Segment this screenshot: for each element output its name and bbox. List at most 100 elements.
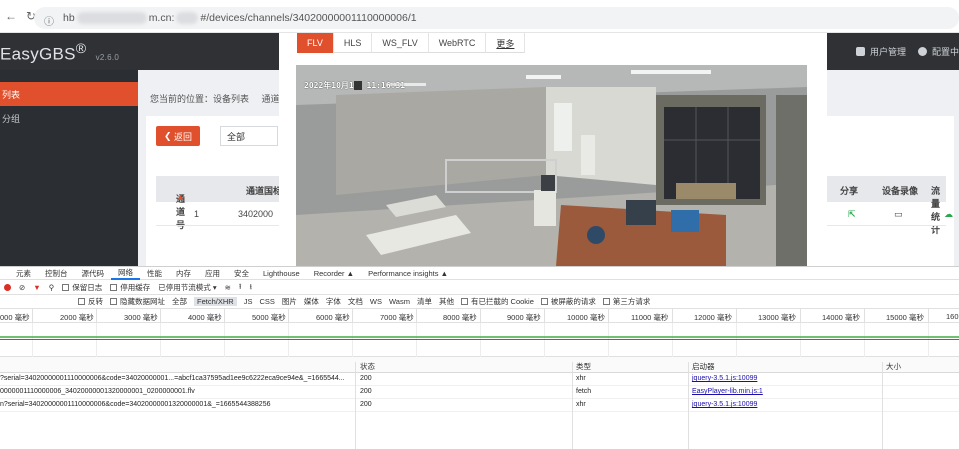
back-nav-icon[interactable]: ← xyxy=(2,7,20,25)
filter-doc[interactable]: 文档 xyxy=(348,296,363,307)
browser-toolbar: ← ↻ ⓘ hb m.cn: #/devices/channels/340200… xyxy=(0,0,959,33)
record-icon[interactable]: ▭ xyxy=(894,209,903,220)
filter-css[interactable]: CSS xyxy=(259,297,274,306)
ruler-tick-label: 2000 毫秒 xyxy=(60,313,94,322)
blocked-requests-checkbox[interactable]: 被屏蔽的请求 xyxy=(540,296,596,307)
filter-select[interactable]: 全部 xyxy=(220,126,278,146)
filter-all[interactable]: 全部 xyxy=(172,296,187,307)
filter-label: 隐藏数据网址 xyxy=(120,297,165,306)
filter-value: 全部 xyxy=(227,131,246,142)
tab-flv[interactable]: FLV xyxy=(297,33,334,53)
export-button[interactable]: ⭳ xyxy=(250,281,253,294)
devtools-tab-application[interactable]: 应用 xyxy=(198,267,227,280)
grid-line xyxy=(416,323,417,357)
col-channel-gb: 通道国标 xyxy=(246,186,283,196)
sidebar-item-group[interactable]: 分组 xyxy=(0,106,138,130)
ruler-tick xyxy=(480,309,481,323)
flv-stream-bar xyxy=(0,336,959,338)
table-row[interactable]: ?serial=34020000001110000006&code=340200… xyxy=(0,373,959,386)
traffic-icon[interactable]: ☁ xyxy=(944,209,953,220)
sidebar-item-device-list[interactable]: 列表 xyxy=(0,82,138,106)
address-bar[interactable]: ⓘ hb m.cn: #/devices/channels/3402000000… xyxy=(34,7,959,29)
network-conditions-button[interactable]: ≋ xyxy=(225,283,231,292)
grid-line xyxy=(800,323,801,357)
ruler-tick-label: 9000 毫秒 xyxy=(507,313,541,322)
config-link[interactable]: 配置中 xyxy=(917,45,959,58)
table-row[interactable]: n?serial=34020000001110000006&code=34020… xyxy=(0,399,959,412)
tab-webrtc[interactable]: WebRTC xyxy=(429,33,487,53)
hide-data-url-checkbox[interactable]: 隐藏数据网址 xyxy=(110,296,165,307)
column-divider[interactable] xyxy=(355,362,356,449)
column-divider[interactable] xyxy=(688,362,689,449)
user-management-label: 用户管理 xyxy=(869,47,906,57)
osd-blur xyxy=(353,81,362,90)
video-player[interactable]: 2022年10月1 11:16:31 xyxy=(296,65,807,266)
grid-line xyxy=(288,323,289,357)
preserve-log-label: 保留日志 xyxy=(72,282,103,292)
ruler-tick xyxy=(96,309,97,323)
request-name: 0000001110000006_34020000001320000001_02… xyxy=(0,388,195,395)
camera-scene xyxy=(296,65,807,266)
devtools-tab-performance[interactable]: 性能 xyxy=(140,267,169,280)
grid-line xyxy=(352,323,353,357)
table-row[interactable]: 0000001110000006_34020000001320000001_02… xyxy=(0,386,959,399)
filter-other[interactable]: 其他 xyxy=(439,296,454,307)
request-type: fetch xyxy=(576,388,592,395)
ruler-tick xyxy=(608,309,609,323)
throttle-select[interactable]: 已停用节流模式 ▾ xyxy=(158,282,216,293)
devtools-tab-network[interactable]: 网络 xyxy=(111,267,140,280)
invert-checkbox[interactable]: 反转 xyxy=(78,296,103,307)
filter-fetch-xhr[interactable]: Fetch/XHR xyxy=(194,297,237,306)
request-initiator[interactable]: jquery-3.5.1.js:10099 xyxy=(692,375,757,382)
request-status: 200 xyxy=(360,401,372,408)
third-party-checkbox[interactable]: 第三方请求 xyxy=(602,296,650,307)
column-divider[interactable] xyxy=(572,362,573,449)
filter-js[interactable]: JS xyxy=(244,297,253,306)
app-logo[interactable]: EasyGBS® v2.6.0 xyxy=(0,41,119,65)
row-code: 3402000 xyxy=(238,209,274,219)
devtools-tab-console[interactable]: 控制台 xyxy=(38,267,75,280)
tab-ws-flv[interactable]: WS_FLV xyxy=(372,33,429,53)
request-type: xhr xyxy=(576,401,586,408)
column-divider[interactable] xyxy=(882,362,883,449)
preserve-log-checkbox[interactable]: 保留日志 xyxy=(62,282,102,293)
request-status: 200 xyxy=(360,375,372,382)
filter-media[interactable]: 媒体 xyxy=(304,296,319,307)
security-info-icon[interactable]: ⓘ xyxy=(44,13,55,28)
clear-button[interactable]: ⊘ xyxy=(19,283,25,292)
blocked-cookies-checkbox[interactable]: 有已拦截的 Cookie xyxy=(460,296,534,307)
filter-font[interactable]: 字体 xyxy=(326,296,341,307)
request-initiator[interactable]: EasyPlayer-lib.min.js:1 xyxy=(692,388,763,395)
disable-cache-checkbox[interactable]: 停用缓存 xyxy=(110,282,150,293)
user-management-link[interactable]: 用户管理 xyxy=(855,45,906,58)
filter-img[interactable]: 图片 xyxy=(282,296,297,307)
import-button[interactable]: ⭱ xyxy=(239,281,242,294)
devtools-tab-lighthouse[interactable]: Lighthouse xyxy=(256,267,307,280)
filter-wasm[interactable]: Wasm xyxy=(389,297,410,306)
config-label: 配置中 xyxy=(931,47,959,57)
filter-ws[interactable]: WS xyxy=(370,297,382,306)
devtools-tab-recorder[interactable]: Recorder ▲ xyxy=(307,267,361,280)
col-type[interactable]: 类型 xyxy=(576,361,591,372)
request-initiator[interactable]: jquery-3.5.1.js:10099 xyxy=(692,401,757,408)
share-icon[interactable]: ⇱ xyxy=(848,209,856,220)
request-name: n?serial=34020000001110000006&code=34020… xyxy=(0,401,271,408)
ruler-tick xyxy=(160,309,161,323)
devtools-tab-sources[interactable]: 源代码 xyxy=(75,267,112,280)
col-status[interactable]: 状态 xyxy=(360,361,375,372)
devtools-tab-memory[interactable]: 内存 xyxy=(169,267,198,280)
record-button[interactable] xyxy=(4,283,11,291)
filter-button[interactable]: ▼ xyxy=(33,283,40,292)
search-button[interactable]: ⚲ xyxy=(49,283,55,292)
back-button[interactable]: ❮ 返回 xyxy=(156,126,200,146)
devtools-tab-security[interactable]: 安全 xyxy=(227,267,256,280)
timeline-overview[interactable] xyxy=(0,323,959,357)
col-size[interactable]: 大小 xyxy=(886,361,901,372)
filter-manifest[interactable]: 清单 xyxy=(417,296,432,307)
devtools-tab-perf-insights[interactable]: Performance insights ▲ xyxy=(361,267,455,280)
ruler-tick-label: 4000 毫秒 xyxy=(188,313,222,322)
tab-hls[interactable]: HLS xyxy=(334,33,373,53)
devtools-tab-elements[interactable]: 元素 xyxy=(0,267,38,280)
tab-more[interactable]: 更多 xyxy=(486,33,526,53)
col-initiator[interactable]: 启动器 xyxy=(692,361,715,372)
